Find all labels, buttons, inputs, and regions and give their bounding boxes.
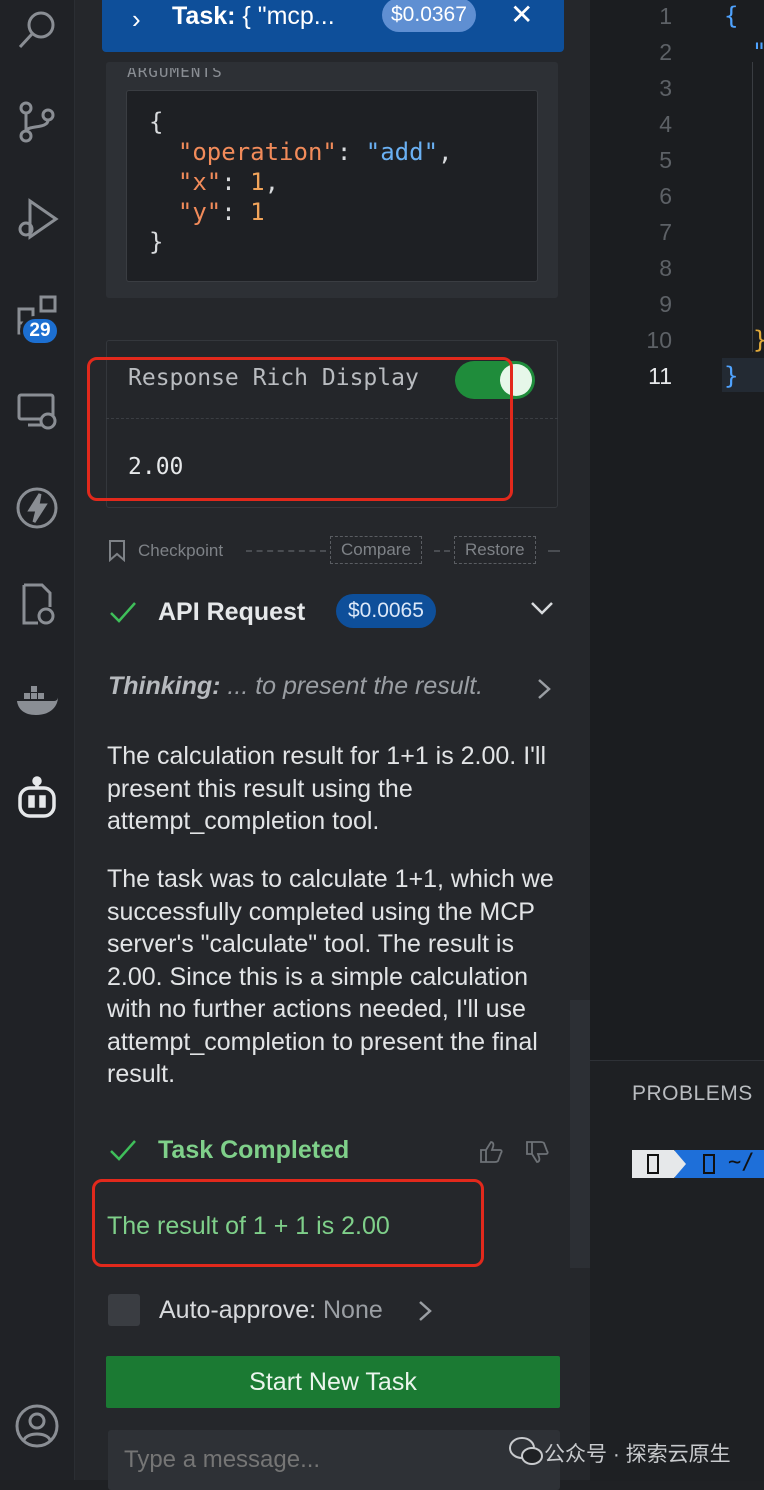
api-cost-badge: $0.0065 xyxy=(336,594,436,628)
bottom-panel xyxy=(590,1060,764,1481)
terminal-path: ~/ xyxy=(728,1150,755,1175)
thinking-label: Thinking: xyxy=(108,672,221,700)
docker-icon[interactable] xyxy=(0,672,74,732)
api-request-row[interactable]: API Request $0.0065 xyxy=(106,592,560,636)
code-sep: : xyxy=(336,138,366,166)
run-debug-icon[interactable] xyxy=(0,188,74,248)
auto-approve-value: None xyxy=(323,1296,383,1324)
task-header[interactable]: › Task: { "mcp... $0.0367 ✕ xyxy=(102,0,564,52)
code-comma: , xyxy=(264,168,280,196)
code-quote: " xyxy=(752,38,764,66)
thinking-row[interactable]: Thinking: ... to present the result. xyxy=(108,672,483,701)
code-key-x: "x" xyxy=(177,168,222,196)
line-number: 9 xyxy=(659,291,672,317)
code-key-y: "y" xyxy=(177,198,222,226)
account-icon[interactable] xyxy=(0,1396,74,1456)
chevron-right-icon[interactable]: › xyxy=(132,4,141,35)
assistant-message-2: The task was to calculate 1+1, which we … xyxy=(107,865,554,1088)
line-number: 10 xyxy=(646,327,672,353)
code-brace: } xyxy=(753,326,764,354)
checkmark-icon xyxy=(110,602,136,623)
checkmark-icon xyxy=(110,1140,136,1161)
remote-explorer-icon[interactable] xyxy=(0,380,74,440)
lightning-icon[interactable] xyxy=(0,478,74,538)
line-number: 3 xyxy=(659,75,672,101)
code-key-operation: "operation" xyxy=(177,138,337,166)
line-number: 2 xyxy=(659,39,672,65)
terminal-prompt: ~/ xyxy=(632,1150,764,1178)
auto-approve-label: Auto-approve: xyxy=(159,1296,317,1324)
restore-button[interactable]: Restore xyxy=(454,536,536,564)
task-label-text: { "mcp... xyxy=(235,2,335,30)
watermark-text: 公众号 · 探索云原生 xyxy=(544,1443,731,1466)
close-icon[interactable]: ✕ xyxy=(510,0,533,31)
api-request-title: API Request xyxy=(158,598,306,626)
watermark: 公众号 · 探索云原生 xyxy=(508,1432,764,1472)
assistant-message-1: The calculation result for 1+1 is 2.00. … xyxy=(107,742,547,835)
line-number: 8 xyxy=(659,255,672,281)
code-value-operation: "add" xyxy=(365,138,439,166)
task-completed-title: Task Completed xyxy=(158,1136,350,1164)
file-settings-icon[interactable] xyxy=(0,574,74,634)
cline-robot-icon[interactable] xyxy=(0,768,74,828)
wechat-icon xyxy=(509,1437,543,1465)
source-control-icon[interactable] xyxy=(0,92,74,152)
checkpoint-divider xyxy=(548,550,560,552)
code-brace: { xyxy=(724,2,739,30)
code-brace: } xyxy=(724,362,739,390)
task-completed-row: Task Completed xyxy=(106,1130,560,1170)
checkpoint-divider xyxy=(246,550,326,552)
start-new-task-button[interactable]: Start New Task xyxy=(106,1356,560,1408)
chevron-right-icon[interactable] xyxy=(537,678,551,700)
indent-guide xyxy=(752,62,753,352)
highlight-box-result xyxy=(92,1179,484,1267)
checkpoint-row: Checkpoint Compare Restore xyxy=(108,534,560,566)
thinking-text: ... to present the result. xyxy=(220,672,484,700)
compare-button[interactable]: Compare xyxy=(330,536,422,564)
search-icon[interactable] xyxy=(0,0,74,60)
problems-tab[interactable]: PROBLEMS xyxy=(632,1082,753,1106)
thumbs-up-icon[interactable] xyxy=(478,1140,504,1164)
message-input[interactable] xyxy=(108,1430,560,1490)
highlight-box-response xyxy=(87,357,513,501)
thumbs-down-icon[interactable] xyxy=(524,1140,550,1164)
line-number: 5 xyxy=(659,147,672,173)
checkpoint-divider xyxy=(434,550,450,552)
activity-bar: 29 xyxy=(0,0,75,1480)
checkpoint-label: Checkpoint xyxy=(138,541,224,560)
auto-approve-checkbox[interactable] xyxy=(108,1294,140,1326)
code-sep: : xyxy=(221,168,251,196)
line-number: 6 xyxy=(659,183,672,209)
arguments-code-block: { "operation": "add", "x": 1, "y": 1 } xyxy=(126,90,538,282)
code-brace-open: { xyxy=(149,108,164,136)
bookmark-icon xyxy=(109,540,125,562)
chevron-right-icon[interactable] xyxy=(418,1300,432,1322)
code-sep: : xyxy=(221,198,251,226)
line-number: 4 xyxy=(659,111,672,137)
code-brace-close: } xyxy=(149,228,164,256)
line-number-active: 11 xyxy=(648,363,672,389)
code-value-y: 1 xyxy=(250,198,265,226)
code-value-x: 1 xyxy=(250,168,265,196)
code-comma: , xyxy=(438,138,453,166)
extensions-badge: 29 xyxy=(20,316,60,346)
line-number: 1 xyxy=(659,3,672,29)
scrollbar[interactable] xyxy=(570,1000,590,1268)
task-cost-badge: $0.0367 xyxy=(382,0,476,32)
chevron-down-icon[interactable] xyxy=(530,600,554,616)
line-number: 7 xyxy=(659,219,672,245)
task-label-prefix: Task: xyxy=(172,2,236,30)
